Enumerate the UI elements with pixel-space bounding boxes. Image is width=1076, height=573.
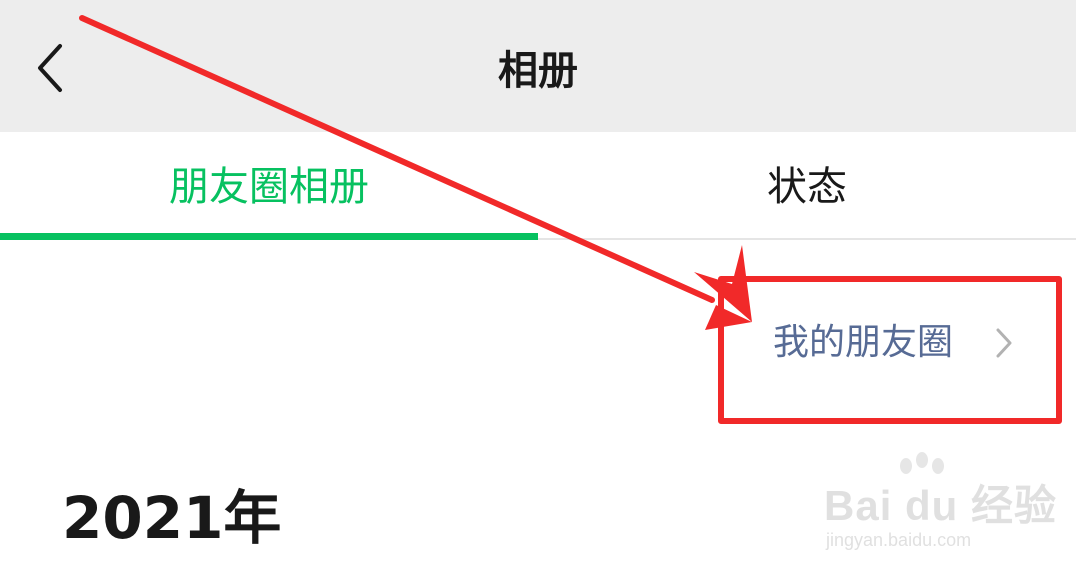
back-button[interactable] bbox=[22, 34, 82, 102]
active-tab-indicator bbox=[0, 233, 538, 240]
paw-logo-icon bbox=[900, 452, 944, 474]
baidu-jingyan-watermark: Bai du 经验 jingyan.baidu.com bbox=[824, 452, 1056, 562]
my-moments-link[interactable]: 我的朋友圈 bbox=[760, 305, 1030, 381]
year-heading: 2021年 bbox=[62, 484, 282, 552]
album-page: 相册 朋友圈相册 状态 我的朋友圈 2021年 Bai du 经验 jingya… bbox=[0, 0, 1076, 573]
chevron-left-icon bbox=[38, 44, 62, 92]
tab-bar: 朋友圈相册 状态 bbox=[0, 132, 1076, 240]
watermark-brand: Bai du 经验 bbox=[824, 482, 1058, 529]
chevron-right-icon bbox=[996, 328, 1012, 358]
my-moments-label: 我的朋友圈 bbox=[773, 322, 954, 363]
navigation-bar: 相册 bbox=[0, 0, 1076, 132]
tab-moments-album[interactable]: 朋友圈相册 bbox=[0, 132, 538, 238]
tab-status[interactable]: 状态 bbox=[538, 132, 1076, 238]
watermark-url: jingyan.baidu.com bbox=[826, 530, 972, 550]
page-title: 相册 bbox=[498, 48, 578, 94]
